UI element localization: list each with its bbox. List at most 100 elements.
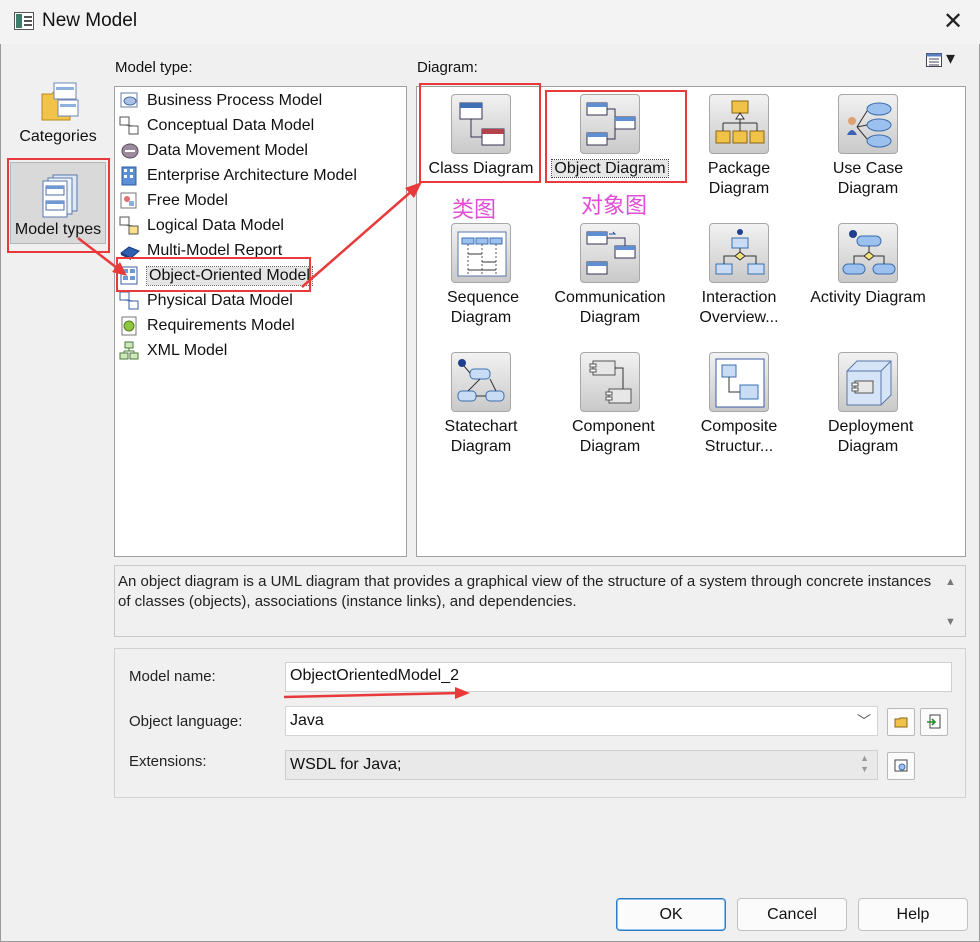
model-type-label: Model type: — [115, 59, 193, 76]
folder-icon — [894, 717, 908, 728]
diagram-label: Object Diagram — [551, 159, 669, 178]
enterprise-architecture-icon — [119, 166, 141, 186]
conceptual-data-icon — [119, 116, 141, 136]
list-item[interactable]: Business Process Model — [119, 89, 399, 113]
window-title: New Model — [42, 10, 138, 31]
model-types-button[interactable]: Model types — [10, 162, 106, 244]
import-icon — [927, 714, 941, 729]
extensions-browse-button[interactable] — [887, 752, 915, 780]
free-model-icon — [119, 191, 141, 211]
object-diagram-icon — [580, 94, 640, 154]
import-button[interactable] — [920, 708, 948, 736]
view-mode-button[interactable]: ▾ — [926, 48, 962, 70]
description-text: An object diagram is a UML diagram that … — [118, 573, 932, 610]
physical-data-icon — [119, 291, 141, 311]
model-name-input[interactable]: ObjectOrientedModel_2 — [285, 662, 952, 692]
diagram-label: Composite Structur... — [700, 418, 778, 455]
list-item[interactable]: Enterprise Architecture Model — [119, 164, 399, 188]
diagram-use-case[interactable]: Use Case Diagram — [804, 94, 932, 199]
list-item-label: Enterprise Architecture Model — [147, 167, 357, 184]
diagram-label: Diagram: — [417, 59, 478, 76]
extensions-field[interactable]: WSDL for Java; ▲ ▼ — [285, 750, 878, 780]
multi-model-report-icon — [119, 241, 141, 261]
diagram-composite-structure[interactable]: Composite Structur... — [675, 352, 803, 457]
list-item[interactable]: Data Movement Model — [119, 139, 399, 163]
spinner-icon[interactable]: ▲ ▼ — [860, 753, 869, 775]
chevron-down-icon: ﹀ — [857, 713, 871, 729]
object-oriented-icon — [119, 266, 141, 286]
list-item-label: Logical Data Model — [147, 217, 284, 234]
statechart-diagram-icon — [451, 352, 511, 412]
list-item-selected[interactable]: Object-Oriented Model — [119, 264, 399, 288]
diagram-statechart[interactable]: Statechart Diagram — [417, 352, 545, 457]
ok-button[interactable]: OK — [616, 898, 726, 931]
diagram-class[interactable]: Class Diagram — [417, 94, 545, 179]
title-bar: New Model ✕ — [0, 0, 980, 44]
description-scrollbar[interactable]: ▲ ▼ — [941, 570, 963, 632]
diagram-label: Class Diagram — [428, 160, 534, 177]
diagram-activity[interactable]: Activity Diagram — [804, 223, 932, 308]
list-item[interactable]: Free Model — [119, 189, 399, 213]
browse-folder-button[interactable] — [887, 708, 915, 736]
diagram-component[interactable]: Component Diagram — [546, 352, 674, 457]
interaction-overview-icon — [709, 223, 769, 283]
scroll-down-icon[interactable]: ▼ — [945, 616, 956, 628]
list-item-label: XML Model — [147, 342, 228, 359]
extensions-value: WSDL for Java; — [290, 756, 402, 773]
object-language-select[interactable]: Java ﹀ — [285, 706, 878, 736]
activity-diagram-icon — [838, 223, 898, 283]
categories-button[interactable]: Categories — [10, 76, 106, 154]
list-item[interactable]: Conceptual Data Model — [119, 114, 399, 138]
model-name-label: Model name: — [129, 668, 216, 685]
diagram-object-selected[interactable]: Object Diagram — [546, 94, 674, 179]
diagram-sequence[interactable]: Sequence Diagram — [417, 223, 545, 328]
categories-label: Categories — [19, 128, 97, 145]
diagram-interaction-overview[interactable]: Interaction Overview... — [675, 223, 803, 328]
xml-model-icon — [119, 341, 141, 361]
diagram-panel[interactable]: Class Diagram Object Diagram Package Dia… — [416, 86, 966, 557]
close-button[interactable]: ✕ — [940, 10, 966, 34]
list-view-icon — [926, 53, 942, 67]
requirements-icon — [119, 316, 141, 336]
diagram-label: Component Diagram — [572, 418, 655, 455]
description-box: An object diagram is a UML diagram that … — [114, 565, 966, 637]
annotation-note-object: 对象图 — [581, 194, 648, 219]
use-case-diagram-icon — [838, 94, 898, 154]
diagram-communication[interactable]: Communication Diagram — [546, 223, 674, 328]
diagram-label: Deployment Diagram — [828, 418, 914, 455]
chevron-down-icon: ▾ — [946, 48, 956, 68]
list-item[interactable]: Logical Data Model — [119, 214, 399, 238]
list-item-label: Multi-Model Report — [147, 242, 283, 259]
cancel-button[interactable]: Cancel — [737, 898, 847, 931]
list-item[interactable]: XML Model — [119, 339, 399, 363]
diagram-label: Activity Diagram — [810, 289, 926, 306]
object-language-label: Object language: — [129, 713, 243, 730]
diagram-label: Statechart Diagram — [444, 418, 518, 455]
list-item[interactable]: Requirements Model — [119, 314, 399, 338]
list-item-label: Object-Oriented Model — [146, 266, 313, 286]
diagram-label: Use Case Diagram — [832, 160, 904, 197]
list-item-label: Free Model — [147, 192, 228, 209]
component-diagram-icon — [580, 352, 640, 412]
list-item[interactable]: Physical Data Model — [119, 289, 399, 313]
scroll-up-icon[interactable]: ▲ — [945, 576, 956, 588]
deployment-diagram-icon — [838, 352, 898, 412]
list-item-label: Requirements Model — [147, 317, 295, 334]
annotation-note-class: 类图 — [452, 198, 497, 223]
model-type-list[interactable]: Business Process Model Conceptual Data M… — [114, 86, 407, 557]
list-item-label: Conceptual Data Model — [147, 117, 315, 134]
diagram-label: Communication Diagram — [554, 289, 666, 326]
app-icon — [14, 12, 34, 30]
list-item[interactable]: Multi-Model Report — [119, 239, 399, 263]
preview-icon — [894, 759, 908, 772]
diagram-deployment[interactable]: Deployment Diagram — [804, 352, 932, 457]
diagram-package[interactable]: Package Diagram — [675, 94, 803, 199]
extensions-label: Extensions: — [129, 753, 207, 770]
diagram-label: Package Diagram — [707, 160, 771, 197]
business-process-icon — [119, 91, 141, 111]
communication-diagram-icon — [580, 223, 640, 283]
logical-data-icon — [119, 216, 141, 236]
help-button[interactable]: Help — [858, 898, 968, 931]
folder-icon — [41, 82, 79, 121]
model-types-icon — [42, 174, 78, 218]
